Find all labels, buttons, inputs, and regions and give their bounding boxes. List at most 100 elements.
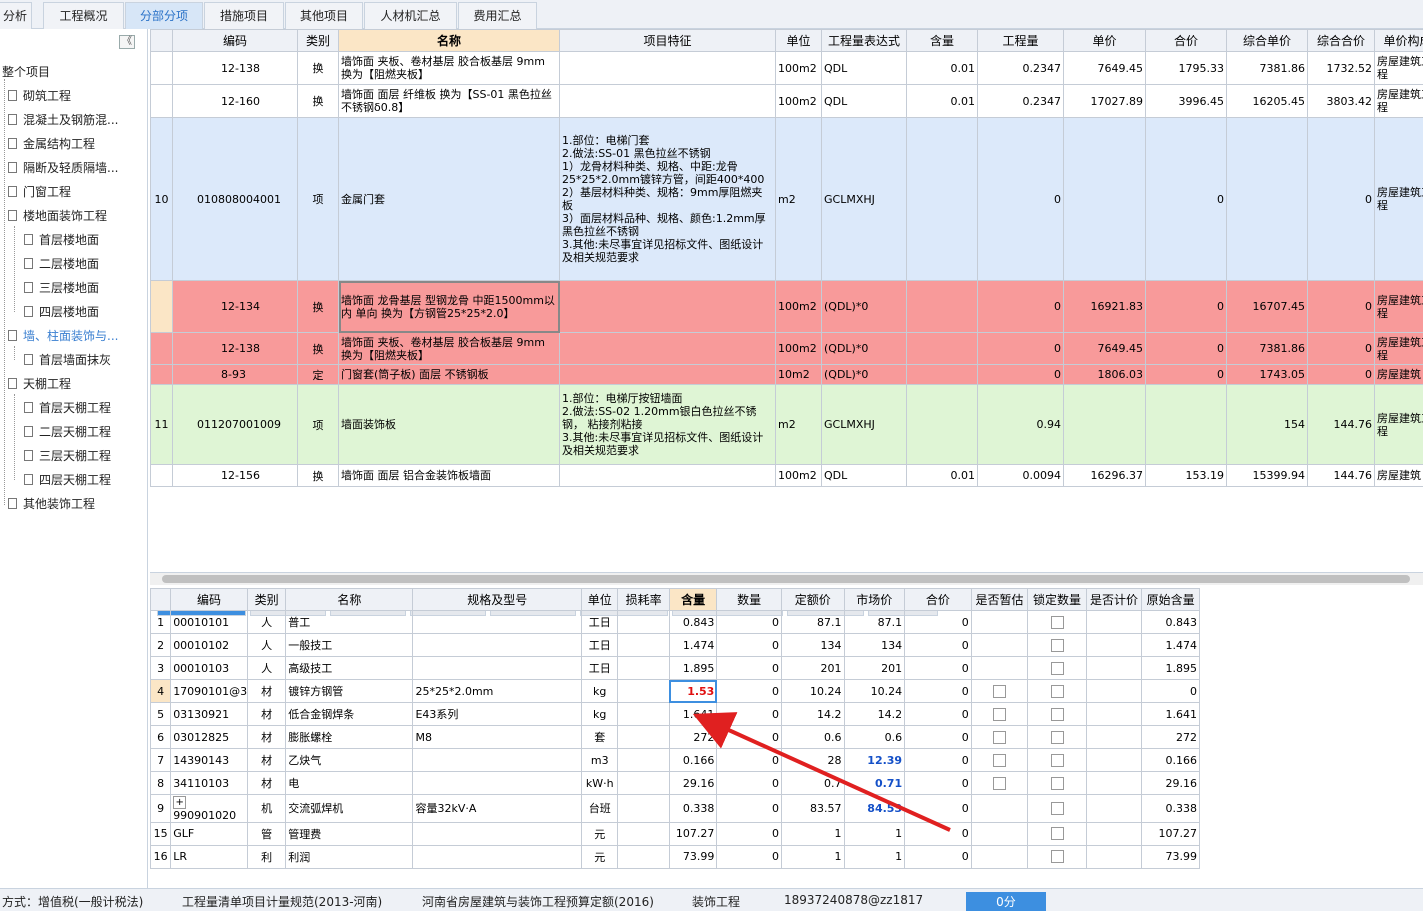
table-cell[interactable]: 87.1 — [843, 610, 906, 634]
table-cell[interactable]: 3803.42 — [1307, 84, 1375, 118]
table-cell[interactable]: 29.16 — [668, 771, 718, 795]
table-cell[interactable]: 0 — [904, 633, 972, 657]
table-cell[interactable] — [1085, 771, 1143, 795]
table-cell[interactable]: 0 — [904, 679, 972, 703]
tree-item[interactable]: 首层楼地面 — [24, 228, 99, 252]
table-cell[interactable]: 门窗套(筒子板) 面层 不锈钢板 — [338, 364, 560, 385]
table-cell[interactable]: 14390143 — [170, 748, 248, 772]
table-cell[interactable] — [906, 280, 978, 333]
expand-icon[interactable]: + — [173, 795, 187, 809]
table-cell[interactable]: 29.16 — [1141, 771, 1200, 795]
table-cell[interactable]: 1 — [843, 821, 906, 846]
table-cell[interactable]: 0.6 — [843, 725, 906, 749]
tree-item[interactable]: 混凝土及钢筋混... — [8, 108, 118, 132]
table-cell[interactable]: 144.76 — [1307, 384, 1375, 465]
table-cell[interactable]: 项 — [297, 384, 339, 465]
table-cell[interactable]: 2 — [150, 633, 172, 657]
table-cell[interactable]: 16205.45 — [1226, 84, 1308, 118]
table-cell[interactable]: 0 — [716, 794, 782, 823]
table-cell[interactable] — [970, 844, 1029, 869]
column-header[interactable]: 综合单价 — [1226, 29, 1308, 52]
table-cell[interactable] — [1145, 384, 1227, 465]
table-cell[interactable] — [617, 844, 670, 869]
tree-item[interactable]: 四层天棚工程 — [24, 468, 111, 492]
table-cell[interactable]: 0 — [977, 332, 1064, 365]
table-cell[interactable]: 1795.33 — [1145, 51, 1227, 85]
table-cell[interactable] — [1085, 725, 1143, 749]
table-cell[interactable]: 0 — [716, 702, 782, 726]
table-cell[interactable]: 高级技工 — [285, 656, 414, 680]
table-cell[interactable]: 0 — [904, 794, 972, 823]
table-cell[interactable] — [559, 280, 776, 333]
table-cell[interactable]: 0 — [716, 656, 782, 680]
table-cell[interactable] — [906, 332, 978, 365]
column-header[interactable]: 单位 — [581, 588, 619, 611]
table-cell[interactable]: 0.7 — [780, 771, 845, 795]
table-cell[interactable]: 12-138 — [172, 51, 298, 85]
table-cell[interactable]: 镀锌方钢管 — [285, 679, 414, 703]
table-cell[interactable]: 工日 — [581, 633, 619, 657]
table-cell[interactable]: kW·h — [581, 771, 619, 795]
table-cell[interactable] — [1027, 844, 1087, 869]
table-cell[interactable] — [1085, 656, 1143, 680]
table-cell[interactable]: GCLMXHJ — [821, 384, 907, 465]
checkbox[interactable] — [1050, 802, 1064, 815]
table-cell[interactable] — [617, 725, 670, 749]
table-cell[interactable]: kg — [581, 679, 619, 703]
table-cell[interactable] — [1085, 610, 1143, 634]
table-cell[interactable]: 0.01 — [906, 84, 978, 118]
table-cell[interactable]: 0 — [716, 610, 782, 634]
table-cell[interactable]: 3996.45 — [1145, 84, 1227, 118]
table-cell[interactable]: 154 — [1226, 384, 1308, 465]
table-cell[interactable]: 14.2 — [780, 702, 845, 726]
table-cell[interactable]: 换 — [297, 51, 339, 85]
table-row[interactable]: 12-138 换墙饰面 夹板、卷材基层 胶合板基层 9mm 换为【阻燃夹板】 100… — [150, 51, 1423, 85]
checkbox[interactable] — [1050, 615, 1064, 629]
table-cell[interactable]: 1806.03 — [1063, 364, 1146, 385]
table-cell[interactable] — [559, 332, 776, 365]
table-cell[interactable] — [970, 679, 1029, 703]
table-row[interactable]: 12-160 换墙饰面 面层 纤维板 换为【SS-01 黑色拉丝不锈钢δ0.8】 1… — [150, 84, 1423, 118]
table-cell[interactable] — [617, 748, 670, 772]
table-cell[interactable]: 0 — [716, 725, 782, 749]
column-header[interactable]: 是否暂估 — [970, 588, 1029, 611]
checkbox[interactable] — [992, 730, 1006, 744]
column-header[interactable]: 规格及型号 — [412, 588, 583, 611]
table-cell[interactable]: 5 — [150, 702, 172, 726]
table-cell[interactable] — [970, 725, 1029, 749]
table-cell[interactable]: 0 — [716, 771, 782, 795]
table-cell[interactable]: LR — [170, 844, 248, 869]
checkbox[interactable] — [992, 776, 1006, 790]
column-header[interactable]: 单位 — [775, 29, 822, 52]
table-cell[interactable]: 03130921 — [170, 702, 248, 726]
table-cell[interactable] — [559, 51, 776, 85]
table-cell[interactable] — [412, 656, 583, 680]
checkbox[interactable] — [1050, 730, 1064, 744]
tree-item[interactable]: 三层天棚工程 — [24, 444, 111, 468]
table-row[interactable]: 12-138 换墙饰面 夹板、卷材基层 胶合板基层 9mm 换为【阻燃夹板】 100… — [150, 332, 1423, 365]
table-row[interactable]: 10 010808004001 项金属门套 1.部位：电梯门套 2.做法:SS-01 … — [150, 117, 1423, 281]
table-cell[interactable]: 0.71 — [843, 771, 906, 795]
table-cell[interactable]: 房屋建筑工程 — [1374, 332, 1423, 365]
table-cell[interactable]: 87.1 — [780, 610, 845, 634]
tree-item[interactable]: 二层楼地面 — [24, 252, 99, 276]
checkbox[interactable] — [992, 684, 1006, 698]
table-cell[interactable]: 1.895 — [668, 656, 718, 680]
tree-item[interactable]: 砌筑工程 — [8, 84, 71, 108]
table-cell[interactable]: 0 — [1307, 332, 1375, 365]
table-cell[interactable]: 材 — [246, 702, 287, 726]
table-cell[interactable] — [1027, 633, 1087, 657]
table-cell[interactable] — [617, 771, 670, 795]
table-row[interactable]: 4 17090101@3 材 镀锌方钢管 25*25*2.0mm kg 1.53 0 10.24… — [150, 679, 1200, 703]
table-cell[interactable]: 0 — [904, 748, 972, 772]
table-cell[interactable] — [1063, 117, 1146, 281]
table-cell[interactable]: 0.338 — [1141, 794, 1200, 823]
table-cell[interactable] — [1085, 844, 1143, 869]
table-cell[interactable]: 00010103 — [170, 656, 248, 680]
table-cell[interactable]: 工日 — [581, 610, 619, 634]
table-cell[interactable]: 房屋建筑 — [1374, 464, 1423, 487]
table-cell[interactable]: 134 — [780, 633, 845, 657]
table-cell[interactable]: 1.部位：电梯厅按钮墙面 2.做法:SS-02 1.20mm银白色拉丝不锈钢， … — [559, 384, 776, 465]
table-cell[interactable] — [412, 610, 583, 634]
table-cell[interactable] — [970, 702, 1029, 726]
